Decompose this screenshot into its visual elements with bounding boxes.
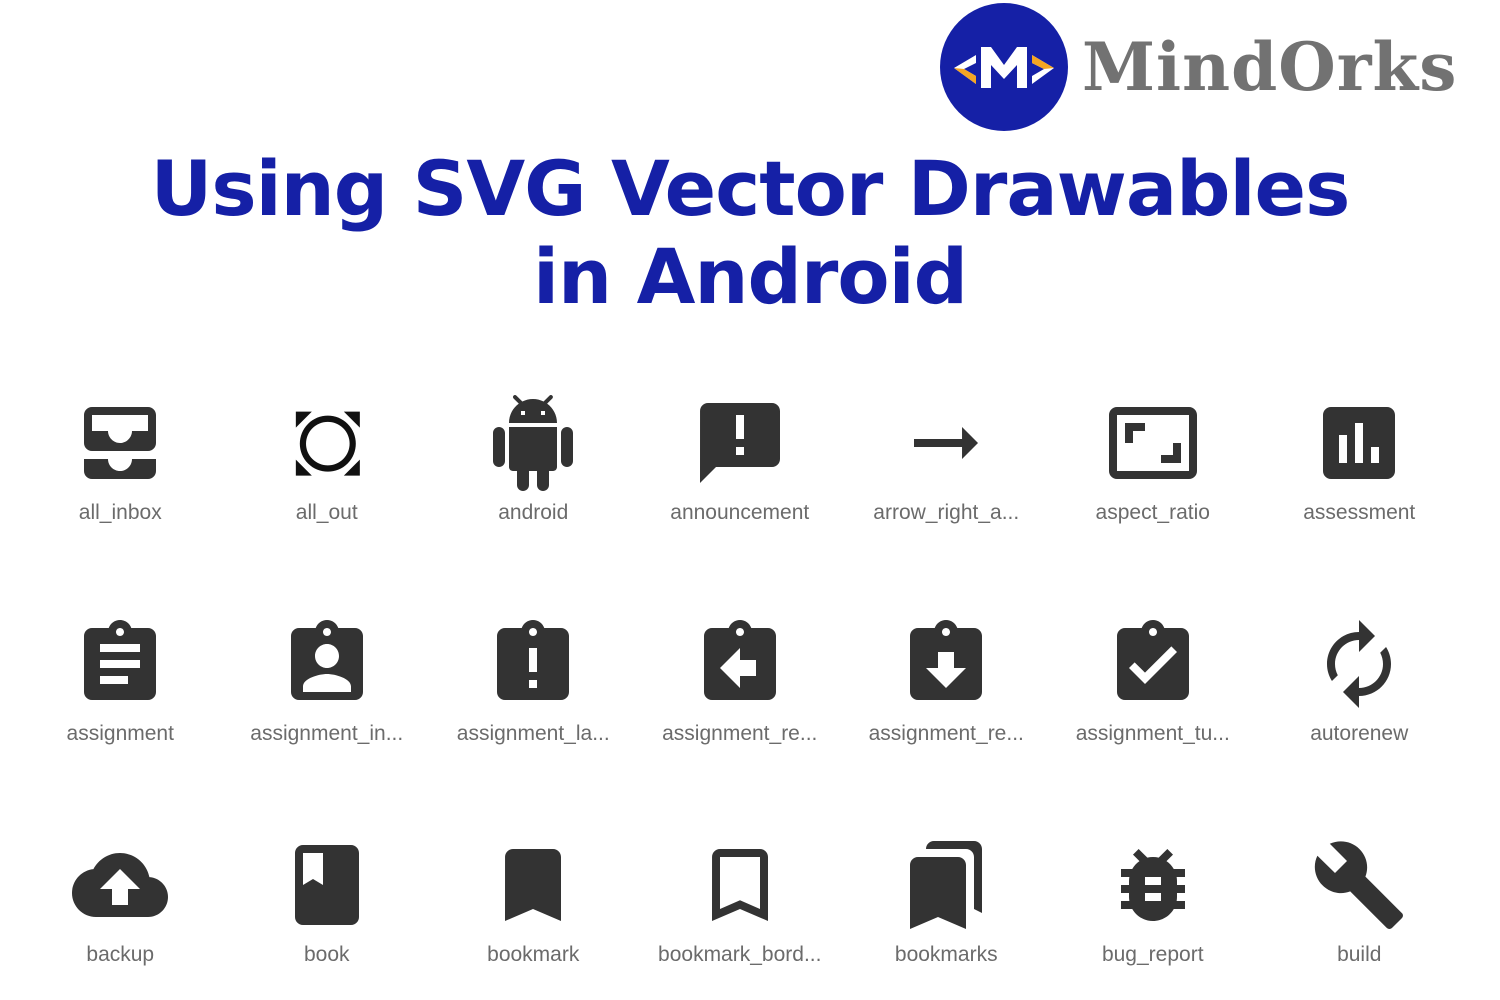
brand-name: MindOrks	[1082, 28, 1458, 106]
icon-tile-bookmarks[interactable]: bookmarks	[843, 837, 1050, 987]
mindorks-logo-icon	[940, 3, 1068, 131]
icon-tile-assessment[interactable]: assessment	[1256, 395, 1463, 545]
icon-label: all_out	[295, 501, 358, 524]
title-line-2: in Android	[532, 232, 968, 321]
icon-tile-assignment[interactable]: assignment	[17, 616, 224, 766]
icon-tile-assignment-return[interactable]: assignment_re...	[637, 616, 844, 766]
icon-tile-assignment-returned[interactable]: assignment_re...	[843, 616, 1050, 766]
icon-label: bookmark	[487, 943, 580, 966]
android-icon	[485, 395, 581, 491]
bookmarks-icon	[898, 837, 994, 933]
icon-label: bookmark_bord...	[658, 943, 822, 966]
icon-tile-aspect-ratio[interactable]: aspect_ratio	[1050, 395, 1257, 545]
assignment-turned-in-icon	[1105, 616, 1201, 712]
brand: MindOrks	[940, 2, 1457, 132]
icon-label: assessment	[1303, 501, 1416, 524]
icon-tile-all-out[interactable]: all_out	[224, 395, 431, 545]
title-line-1: Using SVG Vector Drawables	[150, 144, 1351, 233]
icon-tile-assignment-turned-in[interactable]: assignment_tu...	[1050, 616, 1257, 766]
announcement-icon	[692, 395, 788, 491]
arrow-right-alt-icon	[898, 395, 994, 491]
icon-label: assignment_in...	[250, 722, 404, 745]
icon-grid: all_inbox all_out android announcement a…	[17, 395, 1462, 987]
assignment-icon	[72, 616, 168, 712]
icon-tile-arrow-right-alt[interactable]: arrow_right_a...	[843, 395, 1050, 545]
assignment-ind-icon	[279, 616, 375, 712]
icon-tile-assignment-ind[interactable]: assignment_in...	[224, 616, 431, 766]
icon-tile-bug-report[interactable]: bug_report	[1050, 837, 1257, 987]
assignment-return-icon	[692, 616, 788, 712]
backup-icon	[72, 837, 169, 933]
icon-tile-book[interactable]: book	[224, 837, 431, 987]
icon-label: assignment_re...	[868, 722, 1024, 745]
icon-label: assignment_la...	[456, 722, 610, 745]
icon-label: assignment	[66, 722, 174, 745]
icon-label: bug_report	[1101, 943, 1204, 966]
assessment-icon	[1311, 395, 1407, 491]
icon-tile-autorenew[interactable]: autorenew	[1256, 616, 1463, 766]
icon-tile-backup[interactable]: backup	[17, 837, 224, 987]
bookmark-icon	[485, 837, 581, 933]
icon-tile-build[interactable]: build	[1256, 837, 1463, 987]
icon-label: android	[498, 501, 569, 524]
aspect-ratio-icon	[1105, 395, 1201, 491]
bug-report-icon	[1105, 837, 1201, 933]
icon-tile-assignment-late[interactable]: assignment_la...	[430, 616, 637, 766]
assignment-returned-icon	[898, 616, 994, 712]
icon-tile-bookmark-border[interactable]: bookmark_bord...	[637, 837, 844, 987]
build-icon	[1311, 837, 1407, 933]
icon-label: build	[1337, 943, 1382, 966]
icon-label: backup	[86, 943, 155, 966]
icon-label: aspect_ratio	[1095, 501, 1210, 524]
icon-label: arrow_right_a...	[873, 501, 1020, 524]
icon-tile-all-inbox[interactable]: all_inbox	[17, 395, 224, 545]
book-icon	[279, 837, 375, 933]
icon-label: assignment_re...	[662, 722, 818, 745]
icon-tile-bookmark[interactable]: bookmark	[430, 837, 637, 987]
icon-label: bookmarks	[894, 943, 998, 966]
icon-label: all_inbox	[78, 501, 162, 524]
icon-label: autorenew	[1310, 722, 1409, 745]
all-inbox-icon	[72, 395, 168, 491]
icon-label: announcement	[670, 501, 810, 524]
autorenew-icon	[1311, 616, 1407, 712]
bookmark-border-icon	[692, 837, 788, 933]
icon-label: book	[303, 943, 350, 966]
assignment-late-icon	[485, 616, 581, 712]
all-out-icon	[279, 395, 375, 491]
icon-tile-android[interactable]: android	[430, 395, 637, 545]
page-title: Using SVG Vector Drawables in Android	[0, 145, 1500, 321]
icon-label: assignment_tu...	[1075, 722, 1230, 745]
icon-tile-announcement[interactable]: announcement	[637, 395, 844, 545]
